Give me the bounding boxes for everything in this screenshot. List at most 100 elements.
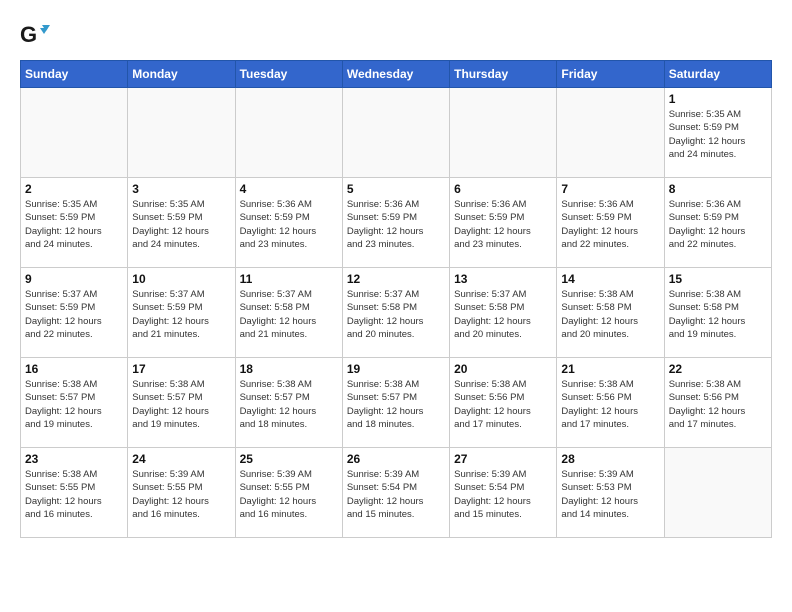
day-info: Sunrise: 5:38 AM Sunset: 5:57 PM Dayligh… <box>25 378 123 431</box>
day-info: Sunrise: 5:37 AM Sunset: 5:58 PM Dayligh… <box>347 288 445 341</box>
day-number: 7 <box>561 182 659 196</box>
day-info: Sunrise: 5:38 AM Sunset: 5:58 PM Dayligh… <box>669 288 767 341</box>
week-row-4: 16 Sunrise: 5:38 AM Sunset: 5:57 PM Dayli… <box>21 358 772 448</box>
day-number: 1 <box>669 92 767 106</box>
day-number: 13 <box>454 272 552 286</box>
calendar-cell <box>450 88 557 178</box>
day-number: 19 <box>347 362 445 376</box>
calendar-cell: 9 Sunrise: 5:37 AM Sunset: 5:59 PM Daylig… <box>21 268 128 358</box>
day-info: Sunrise: 5:39 AM Sunset: 5:54 PM Dayligh… <box>347 468 445 521</box>
calendar-cell <box>664 448 771 538</box>
calendar-cell: 17Sunrise: 5:38 AM Sunset: 5:57 PM Dayli… <box>128 358 235 448</box>
day-number: 27 <box>454 452 552 466</box>
logo-icon: G <box>20 20 50 50</box>
calendar-cell: 1 Sunrise: 5:35 AM Sunset: 5:59 PM Daylig… <box>664 88 771 178</box>
day-number: 25 <box>240 452 338 466</box>
day-info: Sunrise: 5:39 AM Sunset: 5:54 PM Dayligh… <box>454 468 552 521</box>
logo: G <box>20 20 52 50</box>
day-number: 9 <box>25 272 123 286</box>
day-info: Sunrise: 5:38 AM Sunset: 5:56 PM Dayligh… <box>454 378 552 431</box>
day-number: 10 <box>132 272 230 286</box>
header-row: SundayMondayTuesdayWednesdayThursdayFrid… <box>21 61 772 88</box>
day-number: 12 <box>347 272 445 286</box>
calendar-cell: 24 Sunrise: 5:39 AM Sunset: 5:55 PM Dayli… <box>128 448 235 538</box>
calendar-cell: 15 Sunrise: 5:38 AM Sunset: 5:58 PM Dayli… <box>664 268 771 358</box>
calendar-cell: 7 Sunrise: 5:36 AM Sunset: 5:59 PM Daylig… <box>557 178 664 268</box>
day-info: Sunrise: 5:36 AM Sunset: 5:59 PM Dayligh… <box>669 198 767 251</box>
col-header-sunday: Sunday <box>21 61 128 88</box>
calendar-cell: 19 Sunrise: 5:38 AM Sunset: 5:57 PM Dayli… <box>342 358 449 448</box>
day-info: Sunrise: 5:35 AM Sunset: 5:59 PM Dayligh… <box>25 198 123 251</box>
col-header-monday: Monday <box>128 61 235 88</box>
calendar-cell <box>21 88 128 178</box>
day-info: Sunrise: 5:35 AM Sunset: 5:59 PM Dayligh… <box>669 108 767 161</box>
day-info: Sunrise: 5:38 AM Sunset: 5:57 PM Dayligh… <box>240 378 338 431</box>
col-header-friday: Friday <box>557 61 664 88</box>
calendar-cell <box>342 88 449 178</box>
day-info: Sunrise: 5:37 AM Sunset: 5:59 PM Dayligh… <box>25 288 123 341</box>
day-number: 5 <box>347 182 445 196</box>
calendar-cell: 22 Sunrise: 5:38 AM Sunset: 5:56 PM Dayli… <box>664 358 771 448</box>
day-info: Sunrise: 5:35 AM Sunset: 5:59 PM Dayligh… <box>132 198 230 251</box>
calendar-cell: 18 Sunrise: 5:38 AM Sunset: 5:57 PM Dayli… <box>235 358 342 448</box>
day-info: Sunrise: 5:38 AM Sunset: 5:57 PM Dayligh… <box>132 378 230 431</box>
calendar-cell: 21Sunrise: 5:38 AM Sunset: 5:56 PM Dayli… <box>557 358 664 448</box>
calendar-cell: 14 Sunrise: 5:38 AM Sunset: 5:58 PM Dayli… <box>557 268 664 358</box>
day-info: Sunrise: 5:36 AM Sunset: 5:59 PM Dayligh… <box>347 198 445 251</box>
day-number: 16 <box>25 362 123 376</box>
week-row-3: 9 Sunrise: 5:37 AM Sunset: 5:59 PM Daylig… <box>21 268 772 358</box>
calendar-cell: 28 Sunrise: 5:39 AM Sunset: 5:53 PM Dayli… <box>557 448 664 538</box>
day-info: Sunrise: 5:39 AM Sunset: 5:55 PM Dayligh… <box>240 468 338 521</box>
day-info: Sunrise: 5:37 AM Sunset: 5:58 PM Dayligh… <box>454 288 552 341</box>
calendar-cell: 8 Sunrise: 5:36 AM Sunset: 5:59 PM Daylig… <box>664 178 771 268</box>
day-info: Sunrise: 5:38 AM Sunset: 5:55 PM Dayligh… <box>25 468 123 521</box>
calendar-cell: 27 Sunrise: 5:39 AM Sunset: 5:54 PM Dayli… <box>450 448 557 538</box>
day-number: 22 <box>669 362 767 376</box>
calendar-cell: 16 Sunrise: 5:38 AM Sunset: 5:57 PM Dayli… <box>21 358 128 448</box>
calendar-cell: 6 Sunrise: 5:36 AM Sunset: 5:59 PM Daylig… <box>450 178 557 268</box>
day-info: Sunrise: 5:38 AM Sunset: 5:57 PM Dayligh… <box>347 378 445 431</box>
day-info: Sunrise: 5:37 AM Sunset: 5:59 PM Dayligh… <box>132 288 230 341</box>
day-number: 15 <box>669 272 767 286</box>
day-info: Sunrise: 5:36 AM Sunset: 5:59 PM Dayligh… <box>454 198 552 251</box>
day-info: Sunrise: 5:39 AM Sunset: 5:53 PM Dayligh… <box>561 468 659 521</box>
day-number: 24 <box>132 452 230 466</box>
day-info: Sunrise: 5:36 AM Sunset: 5:59 PM Dayligh… <box>561 198 659 251</box>
calendar-cell: 12 Sunrise: 5:37 AM Sunset: 5:58 PM Dayli… <box>342 268 449 358</box>
day-info: Sunrise: 5:36 AM Sunset: 5:59 PM Dayligh… <box>240 198 338 251</box>
day-info: Sunrise: 5:37 AM Sunset: 5:58 PM Dayligh… <box>240 288 338 341</box>
col-header-wednesday: Wednesday <box>342 61 449 88</box>
calendar-cell: 5 Sunrise: 5:36 AM Sunset: 5:59 PM Daylig… <box>342 178 449 268</box>
calendar-cell: 13 Sunrise: 5:37 AM Sunset: 5:58 PM Dayli… <box>450 268 557 358</box>
day-number: 21 <box>561 362 659 376</box>
svg-text:G: G <box>20 22 37 47</box>
calendar-cell <box>235 88 342 178</box>
day-number: 28 <box>561 452 659 466</box>
week-row-1: 1 Sunrise: 5:35 AM Sunset: 5:59 PM Daylig… <box>21 88 772 178</box>
calendar-cell: 25 Sunrise: 5:39 AM Sunset: 5:55 PM Dayli… <box>235 448 342 538</box>
day-info: Sunrise: 5:39 AM Sunset: 5:55 PM Dayligh… <box>132 468 230 521</box>
day-number: 26 <box>347 452 445 466</box>
calendar-cell: 10 Sunrise: 5:37 AM Sunset: 5:59 PM Dayli… <box>128 268 235 358</box>
day-number: 20 <box>454 362 552 376</box>
day-info: Sunrise: 5:38 AM Sunset: 5:56 PM Dayligh… <box>669 378 767 431</box>
calendar-cell: 20 Sunrise: 5:38 AM Sunset: 5:56 PM Dayli… <box>450 358 557 448</box>
col-header-tuesday: Tuesday <box>235 61 342 88</box>
day-number: 14 <box>561 272 659 286</box>
calendar-cell <box>557 88 664 178</box>
week-row-5: 23 Sunrise: 5:38 AM Sunset: 5:55 PM Dayli… <box>21 448 772 538</box>
calendar-cell: 2Sunrise: 5:35 AM Sunset: 5:59 PM Daylig… <box>21 178 128 268</box>
day-info: Sunrise: 5:38 AM Sunset: 5:58 PM Dayligh… <box>561 288 659 341</box>
week-row-2: 2Sunrise: 5:35 AM Sunset: 5:59 PM Daylig… <box>21 178 772 268</box>
calendar-table: SundayMondayTuesdayWednesdayThursdayFrid… <box>20 60 772 538</box>
calendar-cell: 26 Sunrise: 5:39 AM Sunset: 5:54 PM Dayli… <box>342 448 449 538</box>
day-number: 6 <box>454 182 552 196</box>
col-header-thursday: Thursday <box>450 61 557 88</box>
day-number: 8 <box>669 182 767 196</box>
day-number: 3 <box>132 182 230 196</box>
calendar-cell: 11 Sunrise: 5:37 AM Sunset: 5:58 PM Dayli… <box>235 268 342 358</box>
day-number: 23 <box>25 452 123 466</box>
day-number: 11 <box>240 272 338 286</box>
calendar-cell: 3 Sunrise: 5:35 AM Sunset: 5:59 PM Daylig… <box>128 178 235 268</box>
day-number: 18 <box>240 362 338 376</box>
